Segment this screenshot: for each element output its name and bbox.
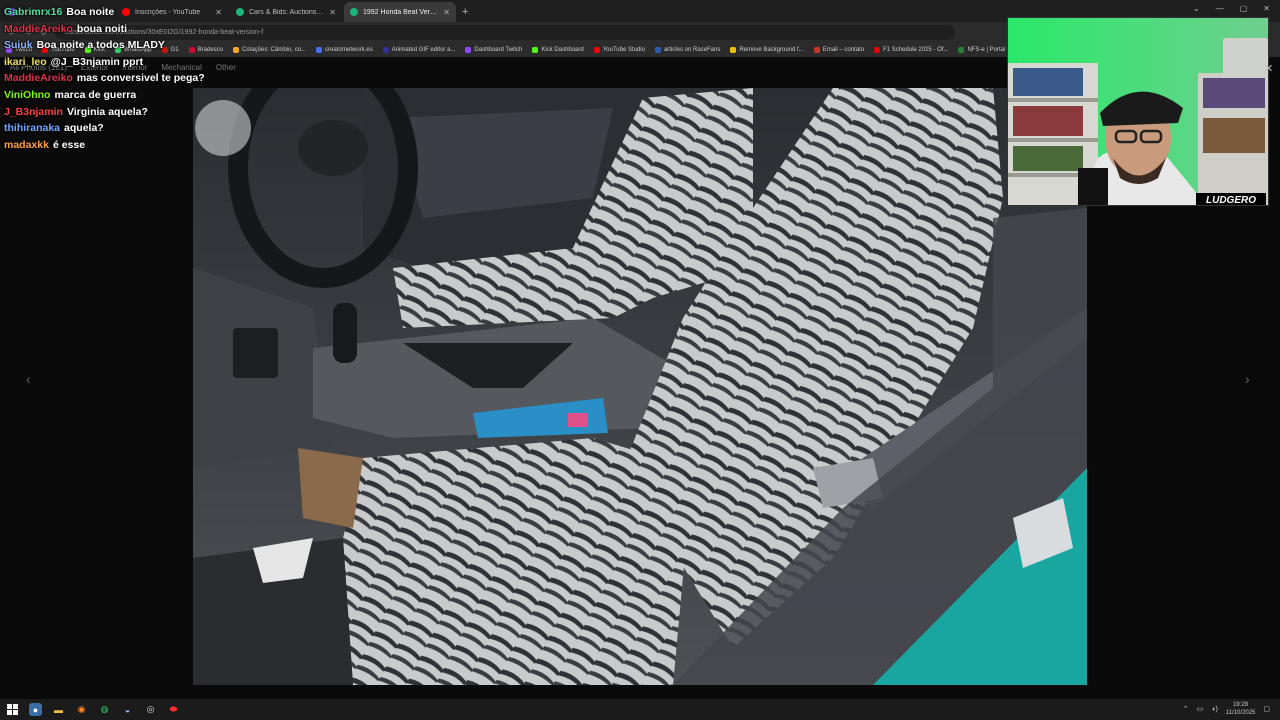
windows-taskbar: ● ▬ ◉ ◍ ◒ ◎ ⬬ [0,699,1280,720]
bookmark-label: Dashboard Twitch [474,46,523,53]
next-photo-button[interactable]: › [1245,371,1250,387]
chat-text: aquela? [64,122,104,135]
webcam-illustration: LUDGERO [1008,18,1268,206]
tab-close-icon[interactable]: ✕ [329,8,336,17]
chat-text: Boa noite [66,6,115,18]
system-tray: ⌃ ▭ ◖) 19:28 11/10/2025 ▢ [1183,701,1270,717]
bookmark-label: articles on RaceFans [663,46,721,53]
edge-browser-icon[interactable]: ● [29,703,42,716]
media-app-icon[interactable]: ⬬ [167,703,180,716]
chat-username: ikari_leo [4,55,47,68]
chat-username: madaxkk [4,138,49,151]
chat-username: thihiranaka [4,122,61,135]
car-interior-photo[interactable] [193,88,1087,685]
bookmark-item[interactable]: F1 Schedule 2025 - Of... [874,46,949,53]
chat-message: ViniOhno marca de guerra [4,87,234,104]
tab-favicon-icon [236,8,244,16]
chat-username: MaddieAreiko [4,22,73,35]
bookmark-favicon-icon [465,46,472,53]
bookmark-label: creatornetwork.es [325,46,373,53]
chat-username: Suiuk [4,39,33,52]
prev-photo-button[interactable]: ‹ [26,371,31,387]
file-explorer-icon[interactable]: ▬ [52,703,65,716]
whatsapp-icon[interactable]: ◍ [98,703,111,716]
bookmark-item[interactable]: creatornetwork.es [316,46,373,53]
bookmark-item[interactable]: Kick Dashboard [532,46,584,53]
window-controls: ⌄ — ▢ ✕ [1193,4,1270,13]
clock-date: 11/10/2025 [1225,710,1256,716]
bookmark-favicon-icon [654,46,661,53]
clock-time: 19:28 [1233,702,1249,708]
browser-tab[interactable]: Cars & Bids: Auctions of cool ca ✕ [230,2,342,22]
bookmark-favicon-icon [316,46,323,53]
tab-title: Cars & Bids: Auctions of cool ca [249,8,325,16]
chat-username: MaddieAreiko [4,72,73,85]
chat-message: Gabrimrx16 Boa noite [4,4,234,21]
bookmark-favicon-icon [593,46,600,53]
network-icon[interactable]: ▭ [1197,705,1204,713]
maximize-button[interactable]: ▢ [1240,4,1248,13]
webcam-overlay: LUDGERO [1007,17,1269,206]
browser-tab[interactable]: 1992 Honda Beat Version F Wit ✕ [344,2,456,22]
new-tab-button[interactable]: + [462,2,468,22]
close-window-button[interactable]: ✕ [1263,4,1270,13]
app-icon[interactable]: ◉ [75,703,88,716]
chat-text: marca de guerra [54,88,137,101]
bookmark-item[interactable]: Dashboard Twitch [465,46,523,53]
obs-icon[interactable]: ◎ [144,703,157,716]
bookmark-favicon-icon [532,46,539,53]
notifications-icon[interactable]: ▢ [1263,705,1270,713]
bookmark-item[interactable]: Cotações: Câmbio, co... [233,46,307,53]
windows-start-icon[interactable] [6,703,19,716]
chat-text: boua noiti [76,22,128,35]
stream-chat-overlay: Gabrimrx16 Boa noite MaddieAreiko boua noit… [4,4,234,153]
bookmark-item[interactable]: Animated GIF editor a... [382,46,456,53]
bookmark-item[interactable]: Email – contato [813,46,865,53]
bookmark-favicon-icon [382,46,389,53]
bookmark-item[interactable]: YouTube Studio [593,46,645,53]
bookmark-favicon-icon [813,46,820,53]
bookmark-item[interactable]: articles on RaceFans [654,46,721,53]
chat-username: Gabrimrx16 [4,6,63,18]
bookmark-favicon-icon [958,46,965,53]
volume-icon[interactable]: ◖) [1211,706,1218,713]
close-overlay-icon[interactable]: ✕ [1264,62,1273,75]
chat-text: Virginia aquela? [66,105,148,118]
tab-search-icon[interactable]: ⌄ [1193,4,1200,13]
chat-username: J_B3njamin [4,105,63,118]
chat-text: mas conversivel te pega? [76,72,205,85]
tray-chevron-icon[interactable]: ⌃ [1183,705,1189,713]
chat-message: madaxkk é esse [4,137,234,154]
chat-message: thihiranaka aquela? [4,120,234,137]
bookmark-label: Cotações: Câmbio, co... [242,46,307,53]
tab-favicon-icon [350,8,358,16]
webcam-watermark: LUDGERO [1206,195,1256,206]
chat-message: J_B3njamin Virginia aquela? [4,104,234,121]
bookmark-label: Kick Dashboard [541,46,584,53]
chat-text: @J_B3njamin pprt [50,55,144,68]
screen: ✕ Inscrições - YouTube ✕ Cars & Bids: Aucti… [0,0,1280,720]
bookmark-label: F1 Schedule 2025 - Of... [883,46,949,53]
chat-message: ikari_leo @J_B3njamin pprt [4,54,234,71]
bookmark-label: Animated GIF editor a... [391,46,456,53]
chat-message: Suiuk Boa noite a todos MLADY [4,37,234,54]
bookmark-item[interactable]: Remove Background f... [730,46,804,53]
chat-username: ViniOhno [4,88,51,101]
chat-message: MaddieAreiko boua noiti [4,21,234,38]
tab-close-icon[interactable]: ✕ [443,8,450,17]
chat-text: Boa noite a todos MLADY [36,39,165,52]
bookmark-label: Email – contato [822,46,865,53]
bookmark-label: Remove Background f... [739,46,804,53]
clock[interactable]: 19:28 11/10/2025 [1226,701,1256,717]
bookmark-label: YouTube Studio [602,46,645,53]
chat-message: MaddieAreiko mas conversivel te pega? [4,70,234,87]
tab-title: 1992 Honda Beat Version F Wit [363,8,438,16]
bookmark-favicon-icon [874,46,881,53]
minimize-button[interactable]: — [1216,4,1224,13]
car-interior-illustration [193,88,1087,685]
discord-icon[interactable]: ◒ [121,703,134,716]
chat-text: é esse [52,138,86,151]
bookmark-favicon-icon [730,46,737,53]
